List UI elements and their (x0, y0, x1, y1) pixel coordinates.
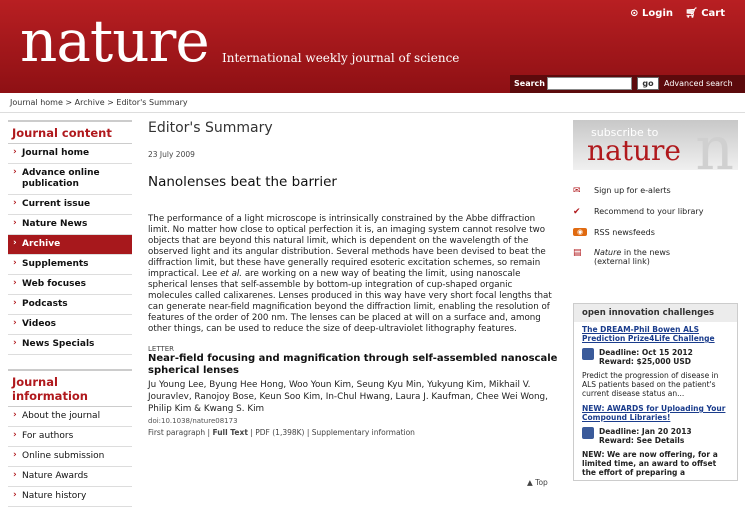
article-doi: doi:10.1038/nature08173 (148, 417, 238, 425)
breadcrumb[interactable]: Journal home > Archive > Editor's Summar… (10, 98, 188, 107)
article-type: LETTER (148, 345, 175, 353)
site-header: nature International weekly journal of s… (0, 0, 745, 93)
summary-title: Nanolenses beat the barrier (148, 174, 337, 190)
challenge-link-2[interactable]: NEW: AWARDS for Uploading Your Compound … (582, 404, 729, 422)
article-authors: Ju Young Lee, Byung Hee Hong, Woo Youn K… (148, 380, 548, 414)
search-go-button[interactable]: go (637, 77, 659, 90)
search-label: Search (514, 79, 545, 88)
recommend-link[interactable]: ✔ Recommend to your library (573, 207, 738, 217)
rss-icon: ◉ (573, 228, 587, 236)
challenge-desc-1: Predict the progression of disease in AL… (582, 371, 719, 398)
nav-item-nature-history[interactable]: Nature history (8, 487, 132, 507)
issue-date: 23 July 2009 (148, 150, 195, 159)
top-links: ⊙ Login 🛒︎ Cart (630, 8, 725, 19)
login-icon: ⊙ (630, 8, 643, 19)
nav-item-about[interactable]: About the journal (8, 407, 132, 427)
first-paragraph-link[interactable]: First paragraph (148, 428, 205, 437)
challenge-deadline-1: Deadline: Oct 15 2012 Reward: $25,000 USD (582, 348, 729, 366)
main-content: Editor's Summary 23 July 2009 Nanolenses… (148, 120, 558, 437)
search-input[interactable] (547, 77, 632, 90)
pdf-link[interactable]: PDF (1,398K) (255, 428, 304, 437)
advanced-search-link[interactable]: Advanced search (664, 79, 733, 88)
nature-in-news-link[interactable]: ▤ Nature in the news (external link) (573, 248, 738, 266)
login-link[interactable]: ⊙ Login (630, 8, 673, 19)
page-title: Editor's Summary (148, 120, 273, 136)
nav-item-supplements[interactable]: Supplements (8, 255, 132, 275)
full-text-link[interactable]: Full Text (212, 428, 247, 437)
nav-item-podcasts[interactable]: Podcasts (8, 295, 132, 315)
search-bar: Search go Advanced search (510, 75, 745, 93)
checkmark-icon: ✔ (573, 207, 581, 217)
nav-item-web-focuses[interactable]: Web focuses (8, 275, 132, 295)
journal-info-nav: Journal information About the journal Fo… (8, 369, 132, 507)
calendar-icon (582, 427, 594, 439)
cart-link[interactable]: 🛒︎ Cart (685, 8, 725, 19)
nav-item-nature-awards[interactable]: Nature Awards (8, 467, 132, 487)
article-tools: ✉ Sign up for e-alerts ✔ Recommend to your… (573, 186, 738, 277)
subscribe-banner[interactable]: n subscribe to nature (573, 120, 738, 170)
nature-logo[interactable]: nature (20, 6, 210, 76)
back-to-top-link[interactable]: ▲ Top (527, 478, 548, 487)
summary-text: The performance of a light microscope is… (148, 214, 552, 334)
arrow-up-icon: ▲ (527, 478, 536, 487)
tagline: International weekly journal of science (222, 51, 460, 65)
nav-item-online-submission[interactable]: Online submission (8, 447, 132, 467)
calendar-icon (582, 348, 594, 360)
challenge-desc-2: NEW: We are now offering, for a limited … (582, 450, 718, 477)
breadcrumb-divider (0, 112, 745, 113)
nav-item-advance-online[interactable]: Advance online publication (8, 164, 132, 195)
nav-item-journal-home[interactable]: Journal home (8, 144, 132, 164)
subscribe-bg-letter: n (695, 120, 734, 170)
challenge-deadline-2: Deadline: Jan 20 2013 Reward: See Details (582, 427, 729, 445)
nav-heading-info: Journal information (8, 369, 132, 407)
cart-icon: 🛒︎ (685, 8, 702, 19)
envelope-icon: ✉ (573, 186, 581, 196)
nav-item-news-specials[interactable]: News Specials (8, 335, 132, 355)
oic-heading: open innovation challenges (574, 304, 737, 322)
nav-heading-content: Journal content (8, 120, 132, 144)
nav-item-nature-news[interactable]: Nature News (8, 215, 132, 235)
open-innovation-box: open innovation challenges The DREAM-Phi… (573, 303, 738, 481)
article-links: First paragraph | Full Text | PDF (1,398… (148, 428, 415, 437)
newspaper-icon: ▤ (573, 248, 582, 258)
nav-item-archive[interactable]: Archive (8, 235, 132, 255)
nav-item-videos[interactable]: Videos (8, 315, 132, 335)
challenge-link-1[interactable]: The DREAM-Phil Bowen ALS Prediction Priz… (582, 325, 729, 343)
journal-content-nav: Journal content Journal home Advance onl… (8, 120, 132, 355)
nav-item-current-issue[interactable]: Current issue (8, 195, 132, 215)
nav-item-for-authors[interactable]: For authors (8, 427, 132, 447)
supplementary-link[interactable]: Supplementary information (312, 428, 415, 437)
rss-link[interactable]: ◉ RSS newsfeeds (573, 228, 738, 237)
article-title[interactable]: Near-field focusing and magnification th… (148, 353, 558, 377)
subscribe-nature: nature (587, 134, 681, 167)
e-alerts-link[interactable]: ✉ Sign up for e-alerts (573, 186, 738, 196)
